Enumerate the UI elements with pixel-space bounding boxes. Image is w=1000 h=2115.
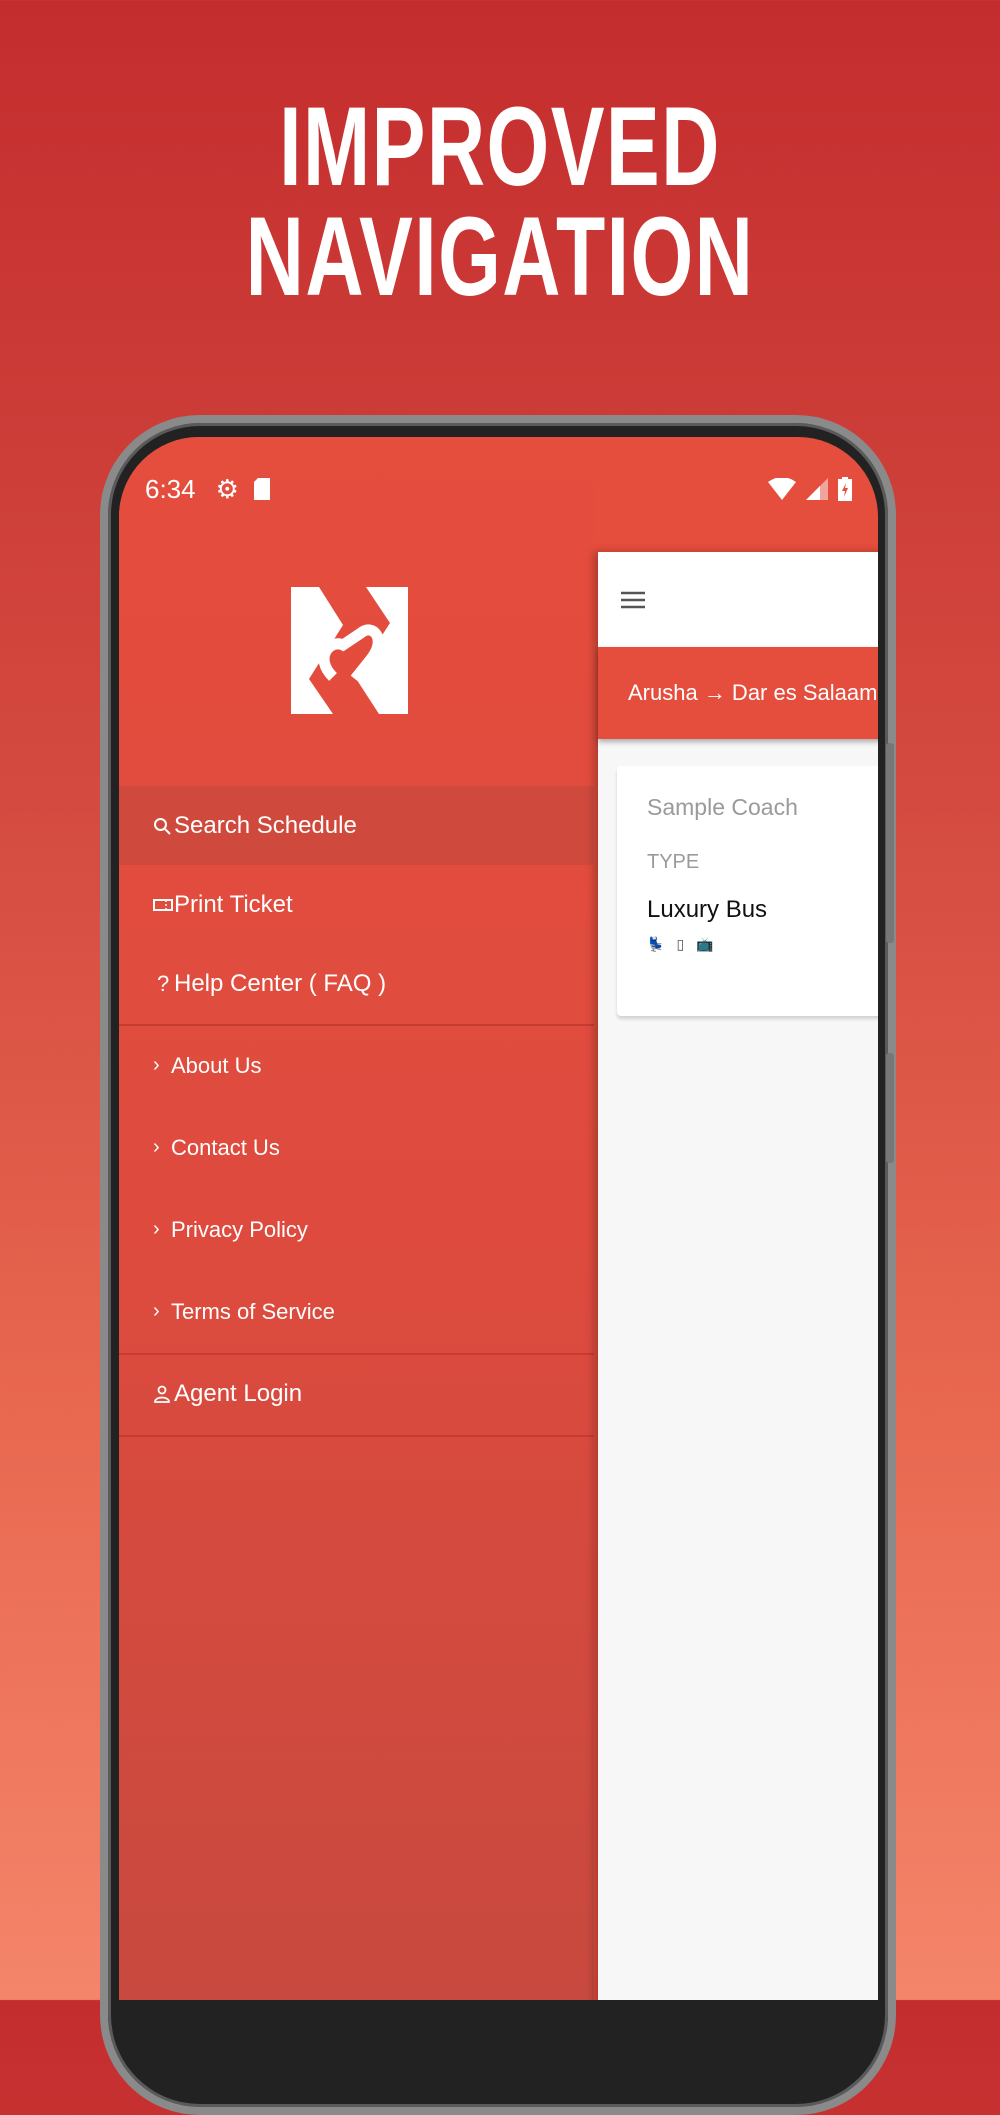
coach-card[interactable]: Sample Coach TYPE Luxury Bus 💺 ▯ 📺	[617, 766, 878, 1016]
drawer-item-label: Contact Us	[171, 1134, 280, 1160]
amenities: 💺 ▯ 📺	[647, 936, 867, 953]
navigation-drawer: Search Schedule Print Ticket ? Help Cent…	[119, 437, 594, 2000]
status-time: 6:34	[145, 473, 196, 504]
route-banner: Arusha → Dar es Salaam	[598, 647, 878, 739]
search-icon	[119, 817, 174, 835]
drawer-item-search-schedule[interactable]: Search Schedule	[119, 786, 594, 865]
user-icon	[119, 1385, 174, 1403]
battery-charging-icon	[838, 477, 852, 501]
seat-icon: 💺	[647, 936, 665, 952]
divider	[119, 1435, 594, 1437]
ticket-icon	[119, 898, 174, 912]
drawer-item-label: Privacy Policy	[171, 1216, 308, 1242]
signal-icon	[806, 478, 828, 500]
drawer-item-label: Search Schedule	[174, 811, 357, 839]
phone-screen: Search Schedule Print Ticket ? Help Cent…	[119, 437, 878, 2000]
app-bar	[598, 552, 878, 647]
coach-name: Sample Coach	[647, 794, 798, 820]
chevron-right-icon: ›	[153, 1218, 160, 1240]
drawer-item-label: Terms of Service	[171, 1298, 335, 1324]
drawer-item-label: Print Ticket	[174, 890, 293, 918]
drawer-item-label: Agent Login	[174, 1379, 303, 1407]
chevron-right-icon: ›	[153, 1136, 160, 1158]
tv-icon: 📺	[696, 936, 714, 952]
type-label: TYPE	[647, 851, 700, 873]
drawer-item-contact-us[interactable]: › Contact Us	[119, 1108, 594, 1187]
status-bar: 6:34 ⚙	[145, 469, 852, 509]
drawer-item-terms-of-service[interactable]: › Terms of Service	[119, 1272, 594, 1351]
drawer-item-label: Help Center ( FAQ )	[174, 969, 387, 997]
drawer-item-help-center[interactable]: ? Help Center ( FAQ )	[119, 944, 594, 1023]
drawer-item-label: About Us	[171, 1052, 262, 1078]
type-value: Luxury Bus	[647, 896, 768, 923]
settings-icon: ⚙	[215, 473, 239, 504]
drawer-item-about-us[interactable]: › About Us	[119, 1026, 594, 1105]
chevron-right-icon: ›	[153, 1054, 160, 1076]
main-content: Arusha → Dar es Salaam Sample Coach TYPE…	[598, 552, 878, 2000]
sd-card-icon	[253, 478, 270, 500]
app-logo	[291, 587, 408, 714]
headline: IMPROVED NAVIGATION	[245, 84, 755, 319]
drawer-item-privacy-policy[interactable]: › Privacy Policy	[119, 1190, 594, 1269]
chevron-right-icon: ›	[153, 1300, 160, 1322]
charging-icon: ▯	[676, 936, 685, 952]
wifi-icon	[768, 478, 796, 500]
menu-icon[interactable]	[620, 590, 646, 610]
drawer-item-print-ticket[interactable]: Print Ticket	[119, 865, 594, 944]
drawer-item-agent-login[interactable]: Agent Login	[119, 1354, 594, 1433]
question-icon: ?	[157, 970, 170, 996]
